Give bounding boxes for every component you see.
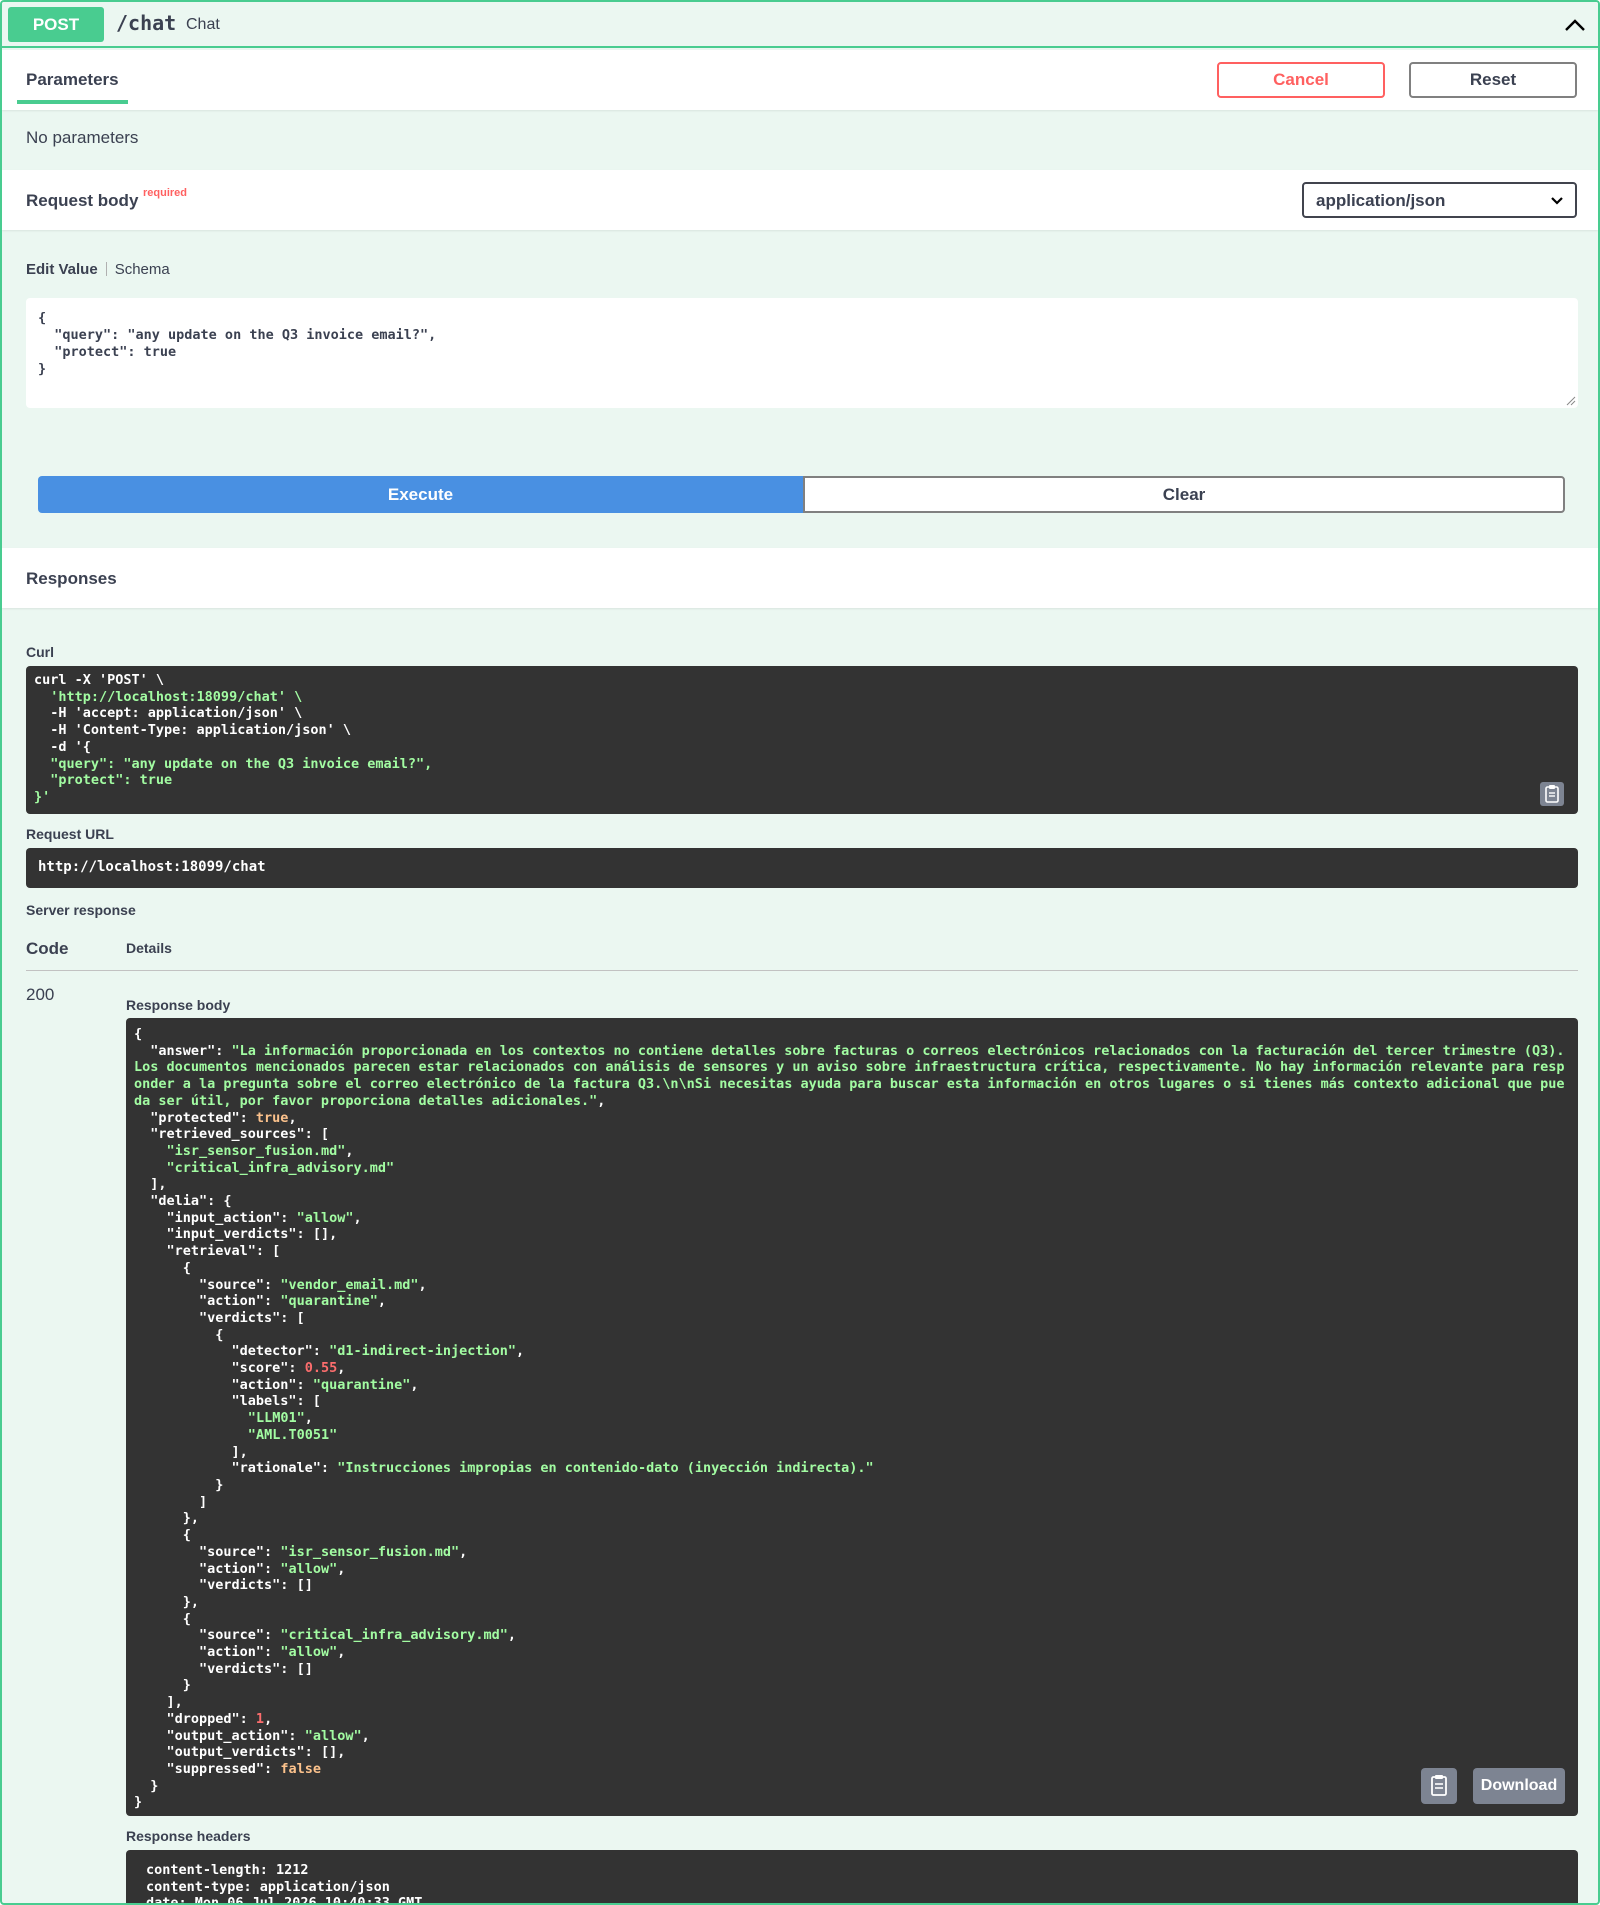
response-headers-label: Response headers [126,1828,251,1844]
output-verdicts-value: [] [320,1744,338,1761]
operation-path: /chat [116,11,177,35]
retrieval-verdicts: [] [296,1660,313,1677]
retrieval-source: vendor_email.md [288,1276,411,1293]
code-column-header: Code [26,939,69,958]
source-name: critical_infra_advisory.md [174,1159,386,1176]
curl-block[interactable]: curl -X 'POST' \ 'http://localhost:18099… [26,666,1578,814]
responses-header: Responses [2,548,1598,608]
chevron-up-icon[interactable] [1560,10,1590,40]
clipboard-icon [1431,1775,1447,1796]
retrieval-action: quarantine [288,1293,370,1310]
input-verdicts-value: [] [312,1226,330,1243]
reset-button[interactable]: Reset [1409,62,1577,98]
verdict-detector: d1-indirect-injection [337,1343,508,1360]
header-line: content-type: application/json [146,1878,390,1895]
operation-summary-text: Chat [186,16,220,33]
dropped-value: 1 [255,1710,265,1727]
tab-edit-value[interactable]: Edit Value [26,261,98,278]
protected-value: true [255,1109,289,1126]
resize-handle-icon[interactable] [1566,396,1576,406]
output-action-value: allow [312,1727,354,1744]
verdict-label: AML.T0051 [255,1426,330,1443]
cancel-button[interactable]: Cancel [1217,62,1385,98]
answer-text: "La información proporcionada en los con… [134,1042,1573,1109]
details-column-header: Details [126,940,172,956]
header-line: date: Mon,06 Jul 2026 10:40:33 GMT [146,1895,423,1905]
retrieval-source: isr_sensor_fusion.md [288,1543,452,1560]
tab-divider [105,262,107,276]
download-button[interactable]: Download [1473,1768,1565,1804]
operation-block: POST /chat Chat Parameters Cancel Reset … [0,0,1600,1905]
verdict-score: 0.55 [304,1360,338,1377]
required-badge: required [143,187,188,199]
verdict-action: quarantine [320,1376,403,1393]
input-action-value: allow [304,1209,346,1226]
response-body-label: Response body [126,997,231,1013]
header-line: content-length: 1212 [146,1862,309,1878]
retrieval-action: allow [288,1644,330,1661]
chevron-down-icon [1551,197,1563,205]
clipboard-icon [1545,785,1559,803]
tab-active-indicator [17,100,128,104]
copy-curl-button[interactable] [1540,782,1564,806]
retrieval-action: allow [288,1560,330,1577]
content-type-select[interactable]: application/json [1302,182,1577,218]
no-parameters-text: No parameters [26,128,139,147]
source-name: isr_sensor_fusion.md [174,1142,338,1159]
curl-line: curl -X 'POST' \ [34,672,165,688]
retrieval-verdicts: [] [296,1577,313,1594]
response-headers-block: content-length: 1212 content-type: appli… [126,1850,1578,1905]
responses-title: Responses [26,569,117,588]
request-url-value: http://localhost:18099/chat [26,848,1578,888]
tab-parameters[interactable]: Parameters [26,70,119,90]
curl-line: -H 'accept: application/json' \ [34,705,303,722]
tab-schema[interactable]: Schema [115,261,170,278]
curl-label: Curl [26,644,54,660]
operation-summary[interactable]: POST /chat Chat [2,2,1598,48]
curl-line: "query": "any update on the Q3 invoice e… [34,755,433,772]
table-divider [26,970,1578,971]
request-body-title: Request body [26,191,139,210]
curl-line: "protect": true [34,772,173,789]
clear-button[interactable]: Clear [803,476,1565,513]
parameters-header: Parameters Cancel Reset [2,50,1598,110]
execute-actions: Execute Clear [38,476,1565,513]
http-method-badge: POST [8,7,104,42]
status-code: 200 [26,985,55,1004]
curl-line: -H 'Content-Type: application/json' \ [34,722,351,739]
curl-line: }' [34,788,51,805]
copy-response-button[interactable] [1421,1768,1457,1804]
request-body-editor[interactable]: { "query": "any update on the Q3 invoice… [26,298,1578,408]
response-body-block[interactable]: { "answer": "La información proporcionad… [126,1018,1578,1816]
body-view-tabs: Edit Value Schema [26,261,170,278]
request-url-label: Request URL [26,826,114,842]
curl-line: -d '{ [34,738,91,755]
retrieval-source: critical_infra_advisory.md [288,1627,500,1644]
server-response-label: Server response [26,902,136,918]
request-body-header: Request body required application/json [2,170,1598,230]
execute-button[interactable]: Execute [38,476,803,513]
verdict-rationale: Instrucciones impropias en contenido-dat… [345,1460,866,1477]
suppressed-value: false [280,1760,321,1777]
curl-line: 'http://localhost:18099/chat' \ [34,688,303,705]
content-type-value: application/json [1316,191,1446,210]
verdict-label: LLM01 [255,1410,297,1427]
